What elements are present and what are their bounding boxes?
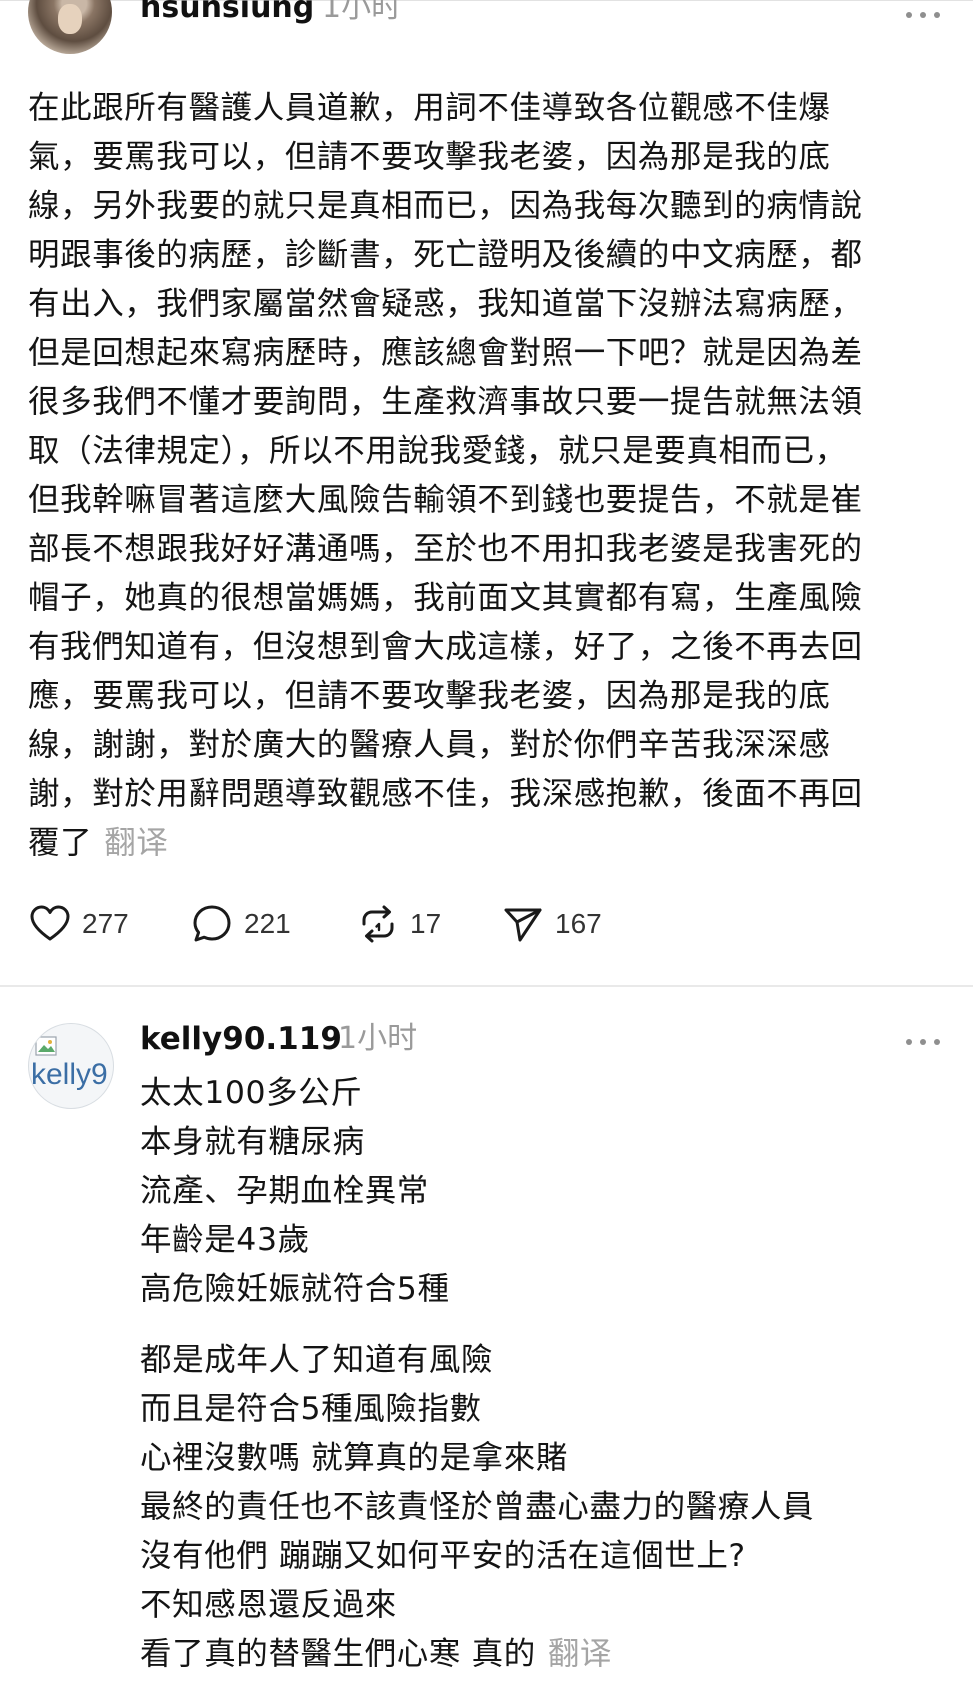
translate-link[interactable]: 翻译 [104,825,168,861]
post-text-end: 看了真的替醫生們心寒 真的 [140,1636,536,1672]
post-text-line: 不知感恩還反過來 [140,1587,397,1623]
repost-button[interactable]: 17 [356,900,441,948]
post-text-line: 流產、孕期血栓異常 [140,1173,429,1209]
post-text-line: 取（法律規定），所以不用說我愛錢，就只是要真相而已， [28,433,847,469]
post-body: 太太100多公斤 本身就有糖尿病 流產、孕期血栓異常 年齡是43歲 高危險妊娠就… [140,1069,960,1679]
send-icon [504,908,542,942]
more-dots-icon[interactable] [906,10,940,20]
post-text-line: 高危險妊娠就符合5種 [140,1271,450,1307]
post-text-line: 年齡是43歲 [140,1222,310,1258]
reply-button[interactable]: 221 [190,900,291,948]
post-kelly90-119: kelly9 kelly90.119 1小时 太太100多公斤 本身就有糖尿病 … [0,987,973,1683]
post-text-line: 而且是符合5種風險指數 [140,1391,482,1427]
heart-icon [30,905,70,941]
post-text-line: 帽子，她真的很想當媽媽，我前面文其實都有寫，生產風險 [28,580,863,616]
repost-count: 17 [410,908,442,939]
comment-bubble-icon [193,905,231,942]
post-text-line: 太太100多公斤 [140,1075,363,1111]
avatar-alt-text: kelly9 [31,1058,108,1091]
post-text-line-last: 看了真的替醫生們心寒 真的 翻译 [140,1630,960,1679]
post-text-line: 沒有他們 蹦蹦又如何平安的活在這個世上? [140,1538,746,1574]
post-text-line: 但是回想起來寫病歷時，應該總會對照一下吧？就是因為差 [28,335,863,371]
post-text-line: 很多我們不懂才要詢問，生產救濟事故只要一提告就無法領 [28,384,863,420]
post-body: 在此跟所有醫護人員道歉，用詞不佳導致各位觀感不佳爆 氣，要罵我可以，但請不要攻擊… [28,84,948,868]
post-timestamp: 1小时 [322,0,402,25]
share-button[interactable]: 167 [501,900,602,948]
post-text-line: 明跟事後的病歷，診斷書，死亡證明及後續的中文病歷，都 [28,237,863,273]
broken-image-icon [35,1036,57,1056]
post-text-line: 應，要罵我可以，但請不要攻擊我老婆，因為那是我的底 [28,678,831,714]
post-text-line: 在此跟所有醫護人員道歉，用詞不佳導致各位觀感不佳爆 [28,90,831,126]
post-text-line: 有我們知道有，但沒想到會大成這樣，好了，之後不再去回 [28,629,863,665]
post-timestamp: 1小时 [338,1021,418,1056]
like-button[interactable]: 277 [28,900,129,948]
repost-icon [362,905,394,943]
post-text-line: 線，謝謝，對於廣大的醫療人員，對於你們辛苦我深深感 [28,727,831,763]
avatar-face [58,4,82,34]
post-text-line: 線，另外我要的就只是真相而已，因為我每次聽到的病情說 [28,188,863,224]
post-text-line: 心裡沒數嗎 就算真的是拿來賭 [140,1440,568,1476]
post-text-line-last: 覆了 翻译 [28,819,948,868]
post-username[interactable]: kelly90.119 [140,1017,342,1061]
post-text-line: 有出入，我們家屬當然會疑惑，我知道當下沒辦法寫病歷， [28,286,863,322]
post-text-line: 氣，要罵我可以，但請不要攻擊我老婆，因為那是我的底 [28,139,831,175]
post-text-line: 謝，對於用辭問題導致觀感不佳，我深感抱歉，後面不再回 [28,776,863,812]
post-hsunsiung: hsunsiung 1小时 在此跟所有醫護人員道歉，用詞不佳導致各位觀感不佳爆 … [0,0,973,985]
post-actions: 277 221 17 167 [28,900,928,948]
post-text-end: 覆了 [28,825,93,861]
more-dots-icon[interactable] [906,1037,940,1047]
post-text-line: 最終的責任也不該責怪於曾盡心盡力的醫療人員 [140,1489,815,1525]
translate-link[interactable]: 翻译 [548,1636,612,1672]
reply-count: 221 [244,908,291,939]
avatar[interactable] [28,0,112,54]
post-text-line: 但我幹嘛冒著這麼大風險告輸領不到錢也要提告，不就是崔 [28,482,863,518]
share-count: 167 [555,908,602,939]
post-text-line: 本身就有糖尿病 [140,1124,365,1160]
post-text-line: 都是成年人了知道有風險 [140,1342,494,1378]
post-username[interactable]: hsunsiung [140,0,314,26]
post-text-line: 部長不想跟我好好溝通嗎，至於也不用扣我老婆是我害死的 [28,531,863,567]
avatar[interactable]: kelly9 [28,1023,114,1109]
like-count: 277 [82,908,129,939]
